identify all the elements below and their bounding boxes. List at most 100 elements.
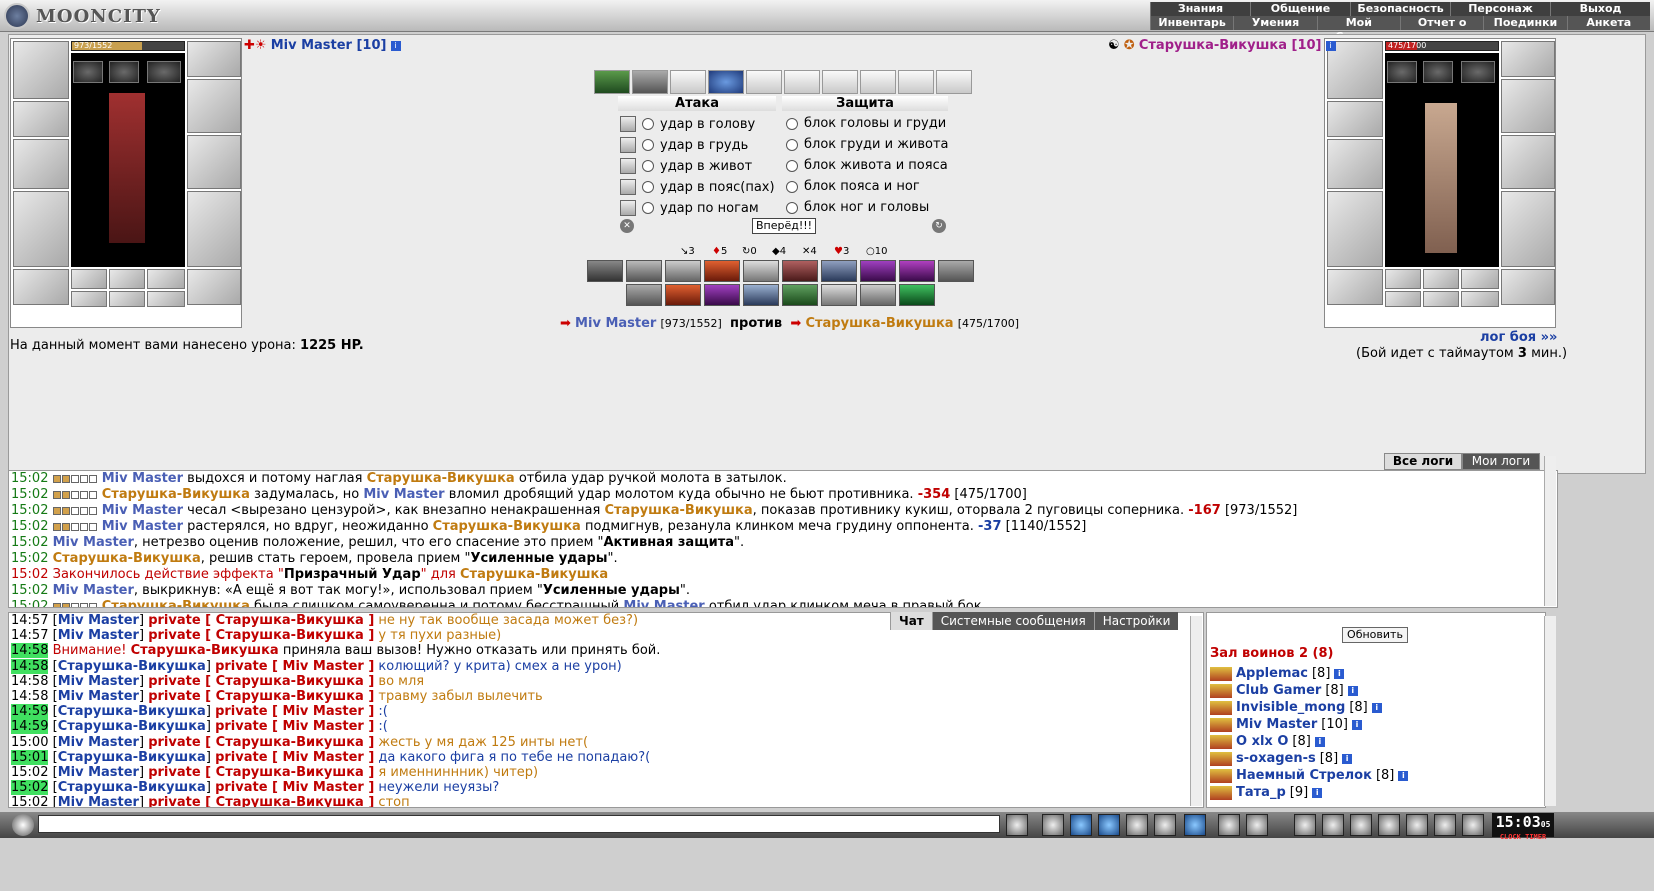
smile-icon[interactable] bbox=[1218, 814, 1240, 836]
skill-slot[interactable] bbox=[899, 260, 935, 282]
info-icon[interactable]: i bbox=[1312, 787, 1323, 798]
chat-scrollbar[interactable] bbox=[1190, 616, 1202, 806]
player-link[interactable]: Старушка-Викушка bbox=[433, 519, 581, 534]
chat-time[interactable]: 14:59 bbox=[11, 719, 49, 735]
info-icon[interactable]: i bbox=[1347, 685, 1358, 696]
chat-sender[interactable]: Miv Master bbox=[58, 674, 139, 689]
tab-chat[interactable]: Чат bbox=[890, 612, 932, 630]
submenu-skills[interactable]: Умения bbox=[1233, 16, 1316, 30]
user-row[interactable]: Тата_p [9] i bbox=[1210, 785, 1323, 800]
enemy-boots-slot[interactable] bbox=[1501, 269, 1555, 305]
private-message-icon[interactable] bbox=[1210, 700, 1232, 715]
info-icon[interactable]: i bbox=[1325, 40, 1336, 51]
defense-radio[interactable] bbox=[786, 180, 798, 193]
user-row[interactable]: O xlx O [8] i bbox=[1210, 734, 1325, 749]
effect-slot-5[interactable] bbox=[746, 70, 782, 94]
enemy-ring-slot[interactable] bbox=[1423, 61, 1453, 83]
skill-slot[interactable] bbox=[704, 284, 740, 306]
armor-slot[interactable] bbox=[13, 191, 69, 267]
skill-slot[interactable] bbox=[782, 284, 818, 306]
duel-enemy-name[interactable]: Старушка-Викушка bbox=[805, 316, 953, 331]
defense-radio[interactable] bbox=[786, 159, 798, 172]
skill-slot[interactable] bbox=[626, 260, 662, 282]
weapon-slot[interactable] bbox=[13, 139, 69, 189]
effect-slot-7[interactable] bbox=[822, 70, 858, 94]
forum-icon[interactable] bbox=[1434, 814, 1456, 836]
chat-input[interactable] bbox=[38, 815, 1000, 833]
chat-time[interactable]: 14:58 bbox=[11, 658, 49, 674]
chat-recipient[interactable]: Старушка-Викушка bbox=[216, 628, 364, 643]
chat-time[interactable]: 14:58 bbox=[11, 643, 49, 659]
info-icon[interactable]: i bbox=[390, 40, 401, 51]
skill-slot[interactable] bbox=[587, 260, 623, 282]
clear-icon[interactable] bbox=[1042, 814, 1064, 836]
enemy-amulet-slot[interactable] bbox=[1387, 61, 1417, 83]
private-message-icon[interactable] bbox=[1210, 768, 1232, 783]
user-row[interactable]: Club Gamer [8] i bbox=[1210, 683, 1358, 698]
enemy-rune-slot-3[interactable] bbox=[1461, 269, 1499, 289]
earrings-slot[interactable] bbox=[187, 41, 241, 77]
skill-slot[interactable] bbox=[899, 284, 935, 306]
userlist-scrollbar[interactable] bbox=[1544, 616, 1556, 806]
defense-radio[interactable] bbox=[786, 138, 798, 151]
chat-recipient[interactable]: Miv Master bbox=[283, 719, 364, 734]
effect-slot-9[interactable] bbox=[898, 70, 934, 94]
enemy-offhand-slot[interactable] bbox=[1501, 135, 1555, 189]
rune-slot-6[interactable] bbox=[147, 291, 185, 307]
user-row[interactable]: Invisible_mong [8] i bbox=[1210, 700, 1382, 715]
chat-sender[interactable]: Старушка-Викушка bbox=[58, 780, 206, 795]
chat-sender[interactable]: Старушка-Викушка bbox=[131, 643, 279, 658]
info-icon[interactable]: i bbox=[1334, 668, 1345, 679]
attack-lock-checkbox[interactable] bbox=[620, 200, 636, 216]
log-scrollbar[interactable] bbox=[1544, 456, 1556, 606]
submenu-duels[interactable]: Поединки bbox=[1483, 16, 1566, 30]
chat-recipient[interactable]: Старушка-Викушка bbox=[216, 613, 364, 628]
player-link[interactable]: Старушка-Викушка bbox=[53, 551, 201, 566]
attack-radio[interactable] bbox=[642, 118, 654, 130]
defense-radio[interactable] bbox=[786, 117, 798, 130]
chat-recipient[interactable]: Старушка-Викушка bbox=[216, 735, 364, 750]
enemy-rune-slot-1[interactable] bbox=[1385, 269, 1421, 289]
player-link[interactable]: Miv Master bbox=[102, 503, 183, 518]
flag-slot[interactable] bbox=[147, 61, 181, 83]
defense-option[interactable]: блок живота и пояса bbox=[804, 158, 948, 173]
chat-recipient[interactable]: Старушка-Викушка bbox=[216, 795, 364, 807]
attack-lock-checkbox[interactable] bbox=[620, 158, 636, 174]
refresh-button[interactable]: Обновить bbox=[1342, 627, 1408, 643]
menu-communication[interactable]: Общение bbox=[1250, 2, 1350, 16]
player-link[interactable]: Старушка-Викушка bbox=[367, 471, 515, 486]
chat-recipient[interactable]: Miv Master bbox=[283, 750, 364, 765]
menu-character[interactable]: Персонаж bbox=[1450, 2, 1550, 16]
attack-radio[interactable] bbox=[642, 181, 654, 193]
player-link[interactable]: Старушка-Викушка bbox=[102, 487, 250, 502]
sound-icon[interactable] bbox=[1184, 814, 1206, 836]
chat-time[interactable]: 14:57 bbox=[11, 613, 48, 628]
chat-time[interactable]: 14:59 bbox=[11, 704, 49, 720]
enemy-name[interactable]: Старушка-Викушка [10] bbox=[1139, 38, 1322, 53]
player-link[interactable]: Miv Master bbox=[363, 487, 444, 502]
menu-security[interactable]: Безопасность bbox=[1350, 2, 1450, 16]
battle-log-link[interactable]: лог боя »» bbox=[1480, 330, 1557, 345]
chat-time[interactable]: 15:00 bbox=[11, 735, 48, 750]
attack-option[interactable]: удар в живот bbox=[660, 159, 752, 174]
translit-icon[interactable] bbox=[1154, 814, 1176, 836]
attack-option[interactable]: удар по ногам bbox=[660, 201, 759, 216]
user-row[interactable]: Applemac [8] i bbox=[1210, 666, 1345, 681]
ring-slot[interactable] bbox=[109, 61, 139, 83]
submenu-transfers[interactable]: Отчет о переводах bbox=[1399, 16, 1483, 43]
chat-recipient[interactable]: Miv Master bbox=[283, 704, 364, 719]
skill-slot[interactable] bbox=[860, 260, 896, 282]
rune-slot-1[interactable] bbox=[71, 269, 107, 289]
info-icon[interactable]: i bbox=[1342, 753, 1353, 764]
mail-icon[interactable] bbox=[1406, 814, 1428, 836]
info-icon[interactable]: i bbox=[1314, 736, 1325, 747]
logo[interactable]: MOONCITY bbox=[4, 2, 184, 30]
skill-slot[interactable] bbox=[665, 260, 701, 282]
chat-sender[interactable]: Старушка-Викушка bbox=[58, 704, 206, 719]
chat-time[interactable]: 15:02 bbox=[11, 795, 48, 807]
skill-slot[interactable] bbox=[782, 260, 818, 282]
user-name[interactable]: Тата_p bbox=[1236, 785, 1286, 800]
filter-icon[interactable] bbox=[1070, 814, 1092, 836]
attack-lock-checkbox[interactable] bbox=[620, 179, 636, 195]
rune-slot-4[interactable] bbox=[71, 291, 107, 307]
